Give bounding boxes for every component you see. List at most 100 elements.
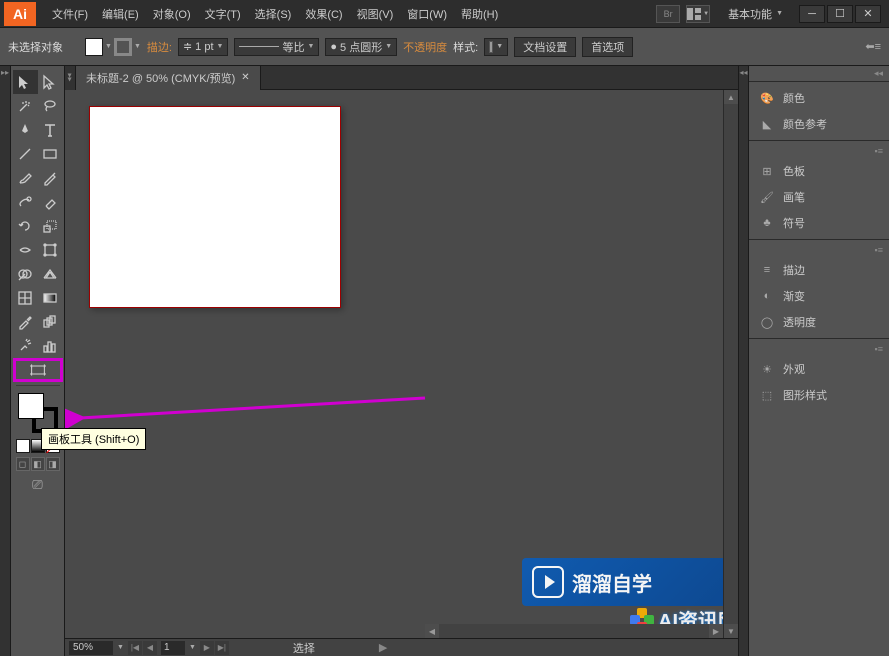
blob-brush-tool[interactable] — [13, 190, 38, 214]
rotate-tool[interactable] — [13, 214, 38, 238]
workspace-switcher[interactable]: 基本功能▼ — [720, 4, 791, 24]
menu-view[interactable]: 视图(V) — [351, 3, 400, 25]
panel-group-menu-3[interactable]: ▪≡ — [749, 342, 889, 356]
fill-color-box[interactable] — [18, 393, 44, 419]
artboard-tool[interactable] — [13, 358, 63, 382]
document-tab-title: 未标题-2 @ 50% (CMYK/预览) — [86, 70, 235, 86]
fill-swatch[interactable] — [85, 38, 103, 56]
free-transform-tool[interactable] — [38, 238, 63, 262]
fill-stroke-indicator[interactable] — [18, 393, 58, 433]
panel-appearance[interactable]: ☀外观 — [749, 356, 889, 382]
right-dock-strip[interactable]: ◂◂ — [738, 66, 748, 656]
preferences-button[interactable]: 首选项 — [582, 37, 633, 57]
transparency-icon: ◯ — [759, 314, 775, 330]
menu-effect[interactable]: 效果(C) — [299, 3, 348, 25]
blend-tool[interactable] — [38, 310, 63, 334]
app-logo: Ai — [4, 2, 36, 26]
rectangle-tool[interactable] — [38, 142, 63, 166]
annotation-arrow — [65, 390, 435, 430]
stroke-weight-input[interactable]: ≑1 pt▼ — [178, 38, 229, 56]
horizontal-scrollbar[interactable]: ◀▶ — [425, 624, 723, 638]
screen-mode-button[interactable]: ⎚ — [32, 477, 42, 493]
doc-dock-toggle[interactable]: ▸▸ — [65, 66, 76, 90]
document-tab[interactable]: 未标题-2 @ 50% (CMYK/预览) ✕ — [76, 66, 261, 90]
menu-file[interactable]: 文件(F) — [46, 3, 94, 25]
maximize-button[interactable]: ☐ — [827, 5, 853, 23]
selection-status: 未选择对象 — [8, 39, 63, 55]
menu-object[interactable]: 对象(O) — [147, 3, 197, 25]
width-tool[interactable] — [13, 238, 38, 262]
next-artboard-button[interactable]: ▶ — [200, 641, 214, 655]
pencil-tool[interactable] — [38, 166, 63, 190]
menu-select[interactable]: 选择(S) — [249, 3, 298, 25]
stroke-label[interactable]: 描边: — [147, 39, 172, 55]
workspace-label: 基本功能 — [728, 6, 772, 22]
perspective-grid-tool[interactable] — [38, 262, 63, 286]
direct-selection-tool[interactable] — [38, 70, 63, 94]
canvas-area[interactable]: 溜溜自学 AI资讯网 — [65, 90, 738, 638]
panel-group-menu-1[interactable]: ▪≡ — [749, 144, 889, 158]
menu-window[interactable]: 窗口(W) — [401, 3, 453, 25]
menu-edit[interactable]: 编辑(E) — [96, 3, 145, 25]
menu-type[interactable]: 文字(T) — [199, 3, 247, 25]
minimize-button[interactable]: ─ — [799, 5, 825, 23]
document-setup-button[interactable]: 文档设置 — [514, 37, 576, 57]
menu-help[interactable]: 帮助(H) — [455, 3, 504, 25]
panel-symbols[interactable]: ♣符号 — [749, 210, 889, 236]
first-artboard-button[interactable]: |◀ — [128, 641, 142, 655]
artboard[interactable] — [89, 106, 341, 308]
stroke-icon: ≡ — [759, 262, 775, 278]
status-text: 选择 — [293, 640, 315, 656]
draw-behind-mode[interactable]: ◧ — [31, 457, 45, 471]
symbol-sprayer-tool[interactable] — [13, 334, 38, 358]
panel-brushes[interactable]: 🖌画笔 — [749, 184, 889, 210]
vertical-scrollbar[interactable]: ▲▼ — [723, 90, 738, 638]
gradient-tool[interactable] — [38, 286, 63, 310]
style-dropdown[interactable]: ▼ — [484, 38, 508, 56]
draw-inside-mode[interactable]: ◨ — [46, 457, 60, 471]
eyedropper-tool[interactable] — [13, 310, 38, 334]
lasso-tool[interactable] — [38, 94, 63, 118]
panel-transparency[interactable]: ◯透明度 — [749, 309, 889, 335]
scale-tool[interactable] — [38, 214, 63, 238]
panel-stroke[interactable]: ≡描边 — [749, 257, 889, 283]
column-graph-tool[interactable] — [38, 334, 63, 358]
color-mode-solid[interactable] — [16, 439, 30, 453]
panel-collapse-button[interactable]: ◂◂ — [749, 66, 889, 81]
graphic-styles-icon: ⬚ — [759, 387, 775, 403]
brushes-icon: 🖌 — [759, 189, 775, 205]
stroke-profile-dropdown[interactable]: 等比▼ — [234, 38, 319, 56]
align-icon[interactable]: ⬅≡ — [865, 40, 881, 53]
close-button[interactable]: ✕ — [855, 5, 881, 23]
panel-graphic-styles[interactable]: ⬚图形样式 — [749, 382, 889, 408]
panel-gradient[interactable]: ◐渐变 — [749, 283, 889, 309]
draw-normal-mode[interactable]: ◻ — [16, 457, 30, 471]
shape-builder-tool[interactable] — [13, 262, 38, 286]
symbols-icon: ♣ — [759, 215, 775, 231]
appearance-icon: ☀ — [759, 361, 775, 377]
type-tool[interactable] — [38, 118, 63, 142]
panel-swatches[interactable]: ⊞色板 — [749, 158, 889, 184]
brush-dropdown[interactable]: ●5 点圆形▼ — [325, 38, 397, 56]
close-tab-button[interactable]: ✕ — [241, 72, 249, 83]
stroke-swatch[interactable] — [114, 38, 132, 56]
left-dock-strip[interactable]: ▸▸ — [0, 66, 11, 656]
selection-tool[interactable] — [13, 70, 38, 94]
line-tool[interactable] — [13, 142, 38, 166]
magic-wand-tool[interactable] — [13, 94, 38, 118]
eraser-tool[interactable] — [38, 190, 63, 214]
zoom-level-input[interactable]: 50% — [69, 641, 113, 655]
arrange-docs-button[interactable]: ▼ — [686, 5, 710, 23]
tool-tooltip: 画板工具 (Shift+O) — [41, 428, 146, 450]
panel-group-menu-2[interactable]: ▪≡ — [749, 243, 889, 257]
artboard-number-input[interactable]: 1 — [161, 641, 185, 655]
pen-tool[interactable] — [13, 118, 38, 142]
panel-color-guide[interactable]: ◣颜色参考 — [749, 111, 889, 137]
paintbrush-tool[interactable] — [13, 166, 38, 190]
bridge-button[interactable]: Br — [656, 5, 680, 23]
panel-color[interactable]: 🎨颜色 — [749, 85, 889, 111]
mesh-tool[interactable] — [13, 286, 38, 310]
prev-artboard-button[interactable]: ◀ — [143, 641, 157, 655]
opacity-label[interactable]: 不透明度 — [403, 39, 447, 55]
last-artboard-button[interactable]: ▶| — [215, 641, 229, 655]
